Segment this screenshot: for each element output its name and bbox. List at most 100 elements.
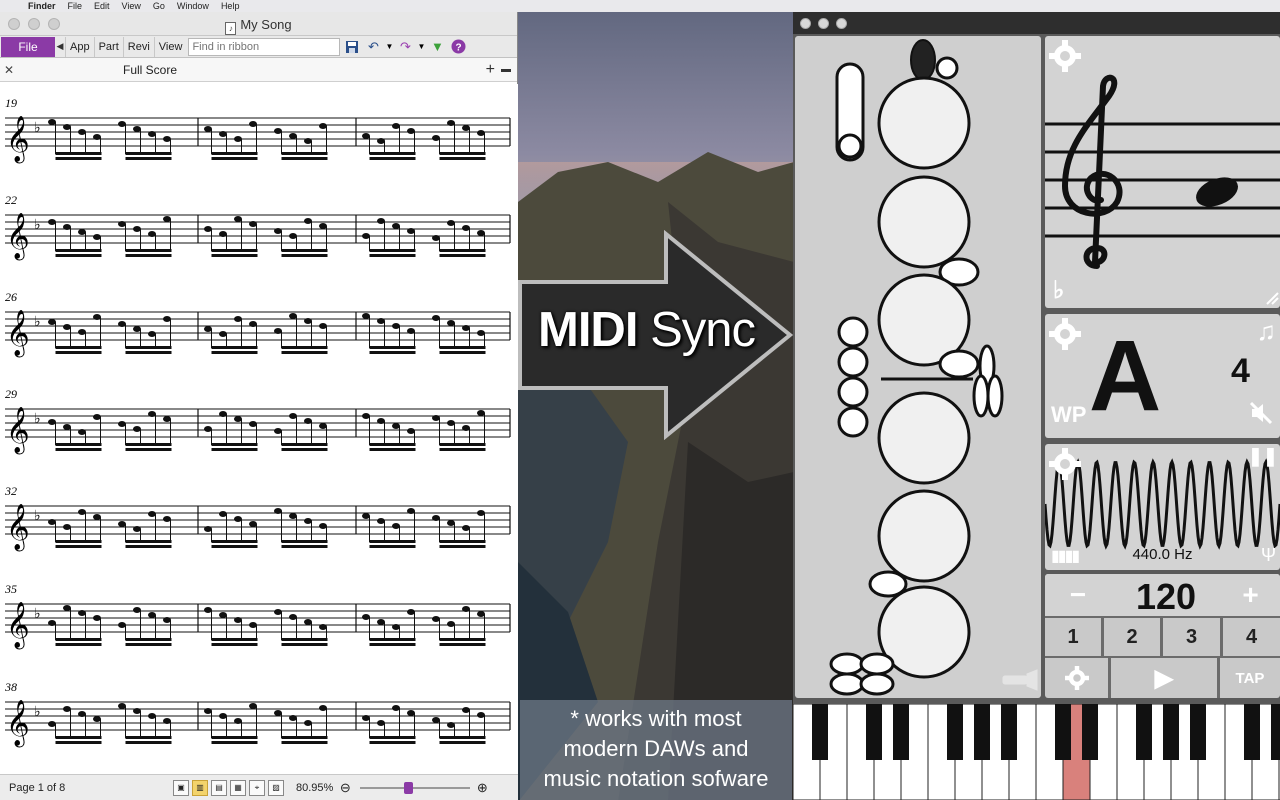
image-tool-icon[interactable]: ▨	[268, 779, 284, 796]
redo-icon[interactable]: ↷	[396, 38, 414, 56]
selection-tool-icon[interactable]: ⌖	[249, 779, 265, 796]
fingering-chart[interactable]	[795, 36, 1041, 698]
piano-black-key[interactable]	[1136, 704, 1152, 760]
score-canvas[interactable]: 19 𝄞 ♭ 22 𝄞 ♭ 26 𝄞 ♭ 29 𝄞 ♭ 32 𝄞 ♭ 35 𝄞 ♭ 38 𝄞…	[0, 84, 518, 774]
treble-clef-icon: 𝄞	[6, 504, 30, 552]
add-tab-icon[interactable]: +	[486, 61, 495, 79]
studio-view-icon[interactable]: ▦	[230, 779, 246, 796]
tab-full-score[interactable]: Full Score	[100, 63, 200, 77]
close-window-button[interactable]	[800, 17, 811, 29]
note-beam	[125, 254, 172, 257]
note-head	[63, 524, 71, 530]
flat-icon[interactable]: ♭	[1053, 278, 1064, 304]
note-head	[118, 121, 126, 127]
settings-gear-icon[interactable]	[1045, 444, 1085, 484]
zoom-window-button[interactable]	[836, 17, 847, 29]
file-menu-button[interactable]: File	[1, 36, 55, 57]
menu-view[interactable]: View	[116, 0, 147, 12]
piano-black-key[interactable]	[1244, 704, 1260, 760]
ribbon-tab-part[interactable]: Part	[93, 36, 123, 57]
key-signature-flat: ♭	[34, 507, 41, 523]
metronome-settings-button[interactable]	[1045, 658, 1108, 698]
menu-window[interactable]: Window	[171, 0, 215, 12]
wp-button[interactable]: WP	[1051, 402, 1086, 428]
status-bar: Page 1 of 8 ▣ ▥ ▤ ▦ ⌖ ▨ 80.95% ⊖ ⊕	[0, 774, 518, 800]
ribbon-search-input[interactable]	[188, 37, 341, 56]
note-head	[274, 710, 282, 716]
zoom-slider[interactable]	[360, 780, 471, 796]
tempo-increase-button[interactable]: +	[1221, 574, 1280, 616]
tap-tempo-button[interactable]: TAP	[1220, 658, 1280, 698]
menu-finder[interactable]: Finder	[22, 0, 62, 12]
note-head	[274, 428, 282, 434]
ribbon-scroll-left-icon[interactable]: ◀	[55, 41, 65, 52]
zoom-out-icon[interactable]: ⊖	[336, 779, 354, 797]
note-head	[148, 511, 156, 517]
piano-black-key[interactable]	[1163, 704, 1179, 760]
note-beam	[281, 157, 328, 160]
menu-file[interactable]: File	[62, 0, 89, 12]
piano-black-key[interactable]	[812, 704, 828, 760]
ribbon-tab-app[interactable]: App	[65, 36, 94, 57]
tempo-value: 120	[1111, 576, 1221, 617]
piano-black-key[interactable]	[1001, 704, 1017, 760]
page-view-icon[interactable]: ▥	[192, 779, 208, 796]
help-icon[interactable]: ?	[449, 38, 467, 56]
note-beam	[439, 736, 486, 739]
note-beam	[369, 254, 416, 257]
note-beam	[281, 448, 328, 451]
piano-black-key[interactable]	[947, 704, 963, 760]
note-head	[392, 223, 400, 229]
scroll-view-icon[interactable]: ▤	[211, 779, 227, 796]
page-indicator[interactable]: Page 1 of 8	[0, 782, 170, 794]
piano-black-key[interactable]	[1190, 704, 1206, 760]
mic-wave-icon[interactable]: ▮▮▮▮	[1051, 546, 1080, 566]
menu-edit[interactable]: Edit	[88, 0, 116, 12]
note-beam	[211, 254, 258, 257]
note-head	[204, 708, 212, 714]
settings-gear-icon[interactable]	[1045, 314, 1085, 354]
bar-number: 38	[5, 680, 17, 694]
beat-2-button[interactable]: 2	[1104, 618, 1160, 656]
redo-dropdown-icon[interactable]: ▼	[417, 38, 425, 56]
note-display-panel: A 4 WP ♫	[1045, 314, 1280, 438]
undo-icon[interactable]: ↶	[364, 38, 382, 56]
window-title: ♪ My Song	[0, 17, 517, 35]
ribbon-tab-view[interactable]: View	[153, 36, 187, 57]
piano-black-key[interactable]	[866, 704, 882, 760]
tempo-decrease-button[interactable]: −	[1045, 574, 1111, 616]
piano-keyboard[interactable]	[793, 704, 1280, 800]
play-icon: ▶	[1154, 664, 1174, 692]
music-note-icon[interactable]: ♫	[1257, 316, 1277, 347]
metronome-play-button[interactable]: ▶	[1111, 658, 1217, 698]
expand-ribbon-icon[interactable]: ▼	[428, 38, 446, 56]
piano-black-key[interactable]	[1271, 704, 1280, 760]
beat-3-button[interactable]: 3	[1163, 618, 1220, 656]
beat-1-button[interactable]: 1	[1045, 618, 1101, 656]
tab-menu-icon[interactable]: ▬	[501, 64, 511, 75]
menu-go[interactable]: Go	[147, 0, 171, 12]
piano-black-key[interactable]	[1082, 704, 1098, 760]
piano-black-key[interactable]	[974, 704, 990, 760]
piano-black-key[interactable]	[893, 704, 909, 760]
close-tab-icon[interactable]: ✕	[0, 63, 18, 77]
undo-dropdown-icon[interactable]: ▼	[385, 38, 393, 56]
piano-black-key[interactable]	[1055, 704, 1071, 760]
save-icon[interactable]	[343, 38, 361, 56]
ribbon-tab-review[interactable]: Revi	[122, 36, 154, 57]
note-beam	[125, 540, 172, 543]
minimize-window-button[interactable]	[818, 17, 829, 29]
note-head	[148, 713, 156, 719]
settings-gear-icon[interactable]	[1049, 40, 1081, 72]
zoom-slider-thumb[interactable]	[404, 781, 414, 794]
beat-4-button[interactable]: 4	[1223, 618, 1280, 656]
pause-icon[interactable]: ❚❚	[1248, 446, 1278, 467]
lock-icon[interactable]: ▣	[173, 779, 189, 796]
zoom-in-icon[interactable]: ⊕	[473, 779, 491, 797]
note-head	[234, 516, 242, 522]
mute-speaker-icon[interactable]	[1248, 400, 1274, 426]
tuning-fork-icon[interactable]: Ψ	[1261, 545, 1276, 566]
menu-help[interactable]: Help	[215, 0, 246, 12]
note-head	[462, 606, 470, 612]
note-beam	[55, 254, 102, 257]
